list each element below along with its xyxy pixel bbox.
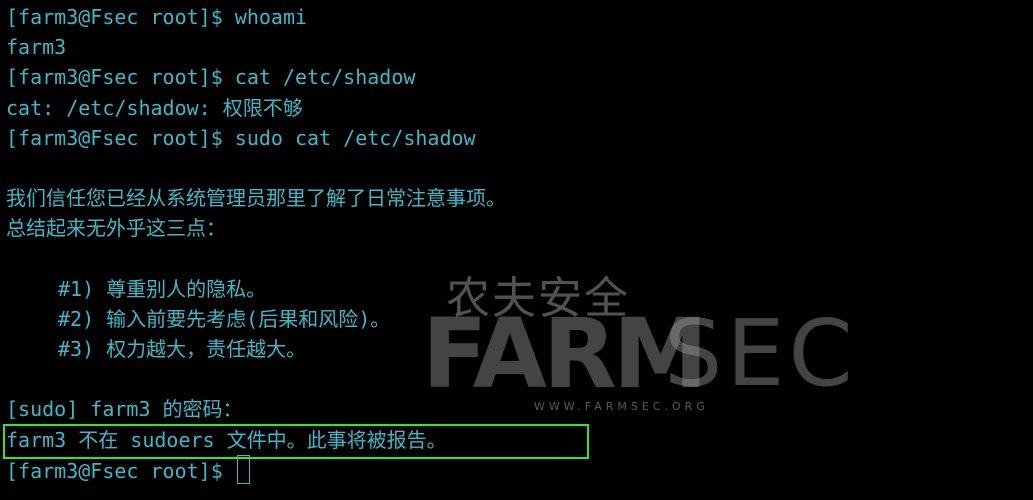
terminal-line-current-prompt[interactable]: [farm3@Fsec root]$: [6, 454, 1033, 485]
terminal-line-prompt-cat: [farm3@Fsec root]$ cat /etc/shadow: [6, 65, 416, 90]
terminal-line-rule-2: #2) 输入前要先考虑(后果和风险)。: [58, 306, 391, 331]
terminal-line-sudo-lecture-1: 我们信任您已经从系统管理员那里了解了日常注意事项。: [6, 186, 506, 211]
terminal-window[interactable]: [farm3@Fsec root]$ whoami farm3 [farm3@F…: [0, 0, 1033, 500]
terminal-line-prompt-sudo-cat: [farm3@Fsec root]$ sudo cat /etc/shadow: [6, 125, 476, 150]
terminal-line-rule-1: #1) 尊重别人的隐私。: [58, 276, 267, 301]
terminal-line-sudo-lecture-2: 总结起来无外乎这三点：: [6, 216, 226, 241]
terminal-line-password-prompt: [sudo] farm3 的密码：: [6, 397, 243, 422]
cursor-icon: [236, 454, 250, 484]
highlight-box: [3, 424, 589, 459]
prompt-text: [farm3@Fsec root]$: [6, 458, 235, 483]
terminal-line-permission-denied: cat: /etc/shadow: 权限不够: [6, 95, 303, 120]
terminal-line-output-user: farm3: [6, 35, 67, 60]
terminal-line-prompt-whoami: [farm3@Fsec root]$ whoami: [6, 5, 308, 29]
terminal-line-rule-3: #3) 权力越大，责任越大。: [58, 337, 307, 362]
